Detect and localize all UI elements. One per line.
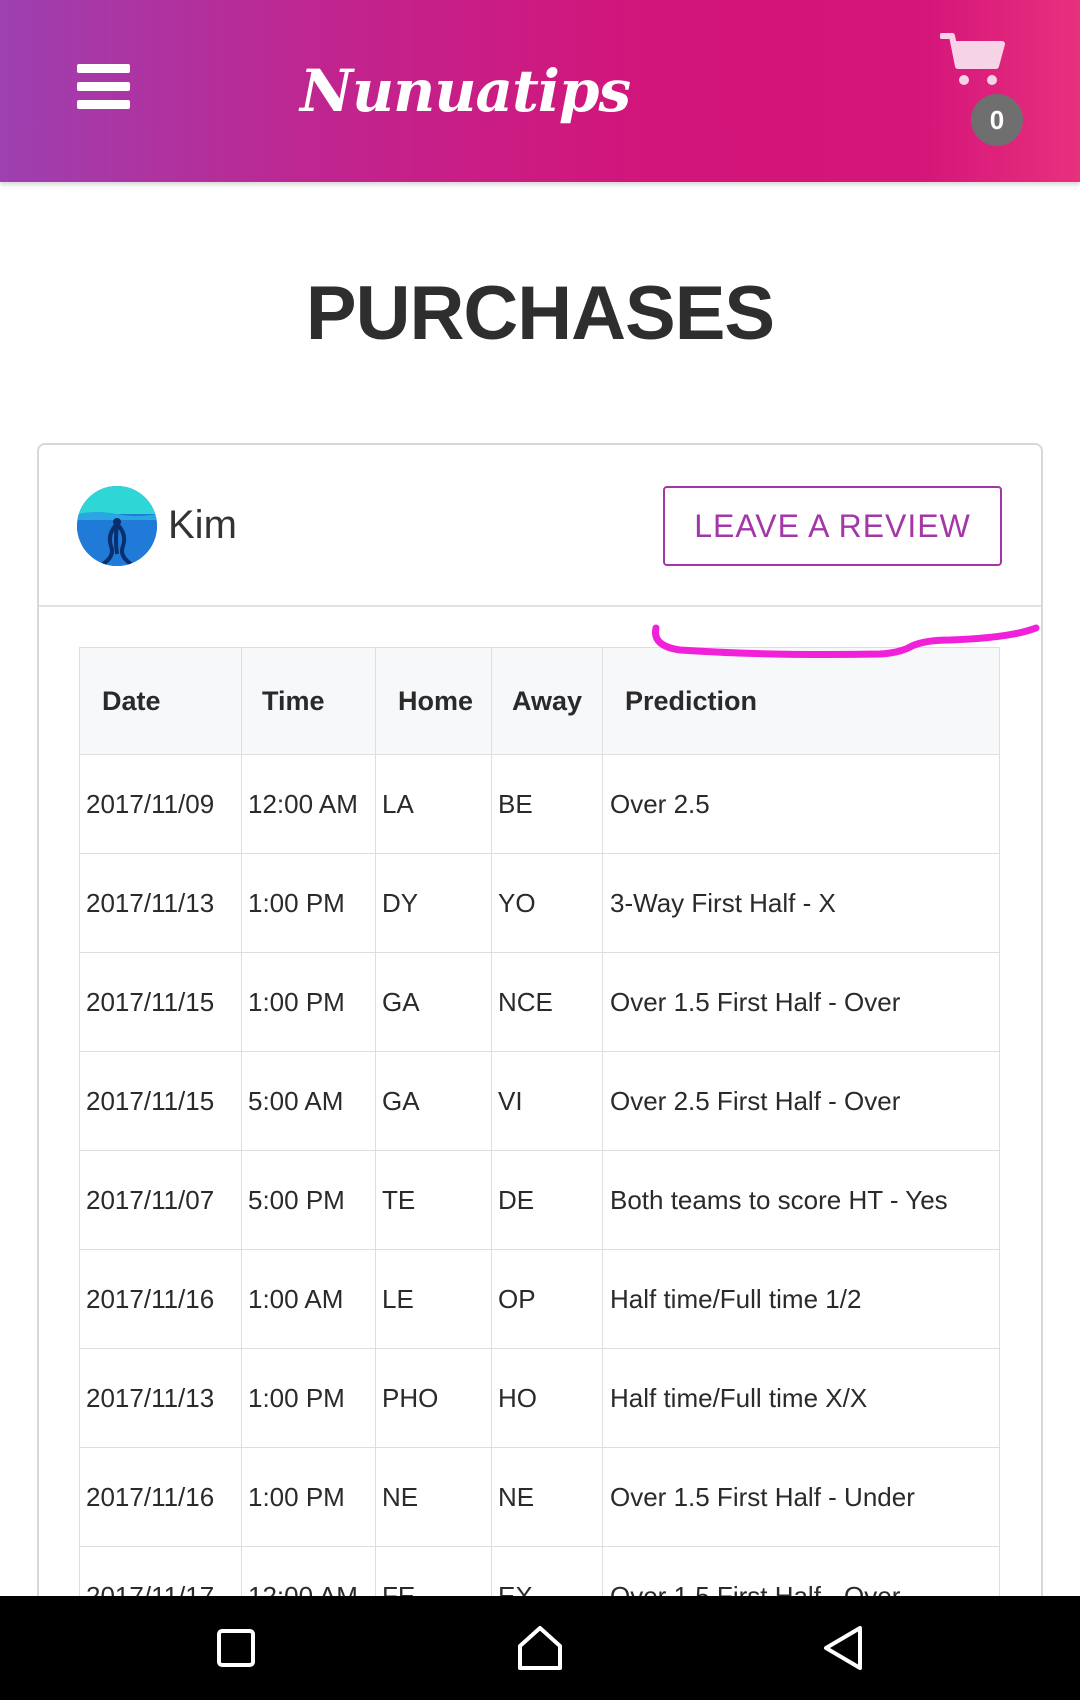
cell-date: 2017/11/09	[79, 754, 242, 854]
cell-away: NE	[491, 1447, 603, 1547]
column-header-date[interactable]: Date	[79, 647, 242, 755]
card-header: Kim LEAVE A REVIEW	[39, 445, 1041, 607]
pink-underline-annotation	[652, 624, 1040, 658]
cell-time: 5:00 AM	[241, 1051, 376, 1151]
cell-home: GA	[375, 1051, 492, 1151]
square-icon[interactable]	[210, 1622, 262, 1674]
cell-date: 2017/11/13	[79, 1348, 242, 1448]
cell-prediction: Over 1.5 First Half - Over	[602, 952, 1000, 1052]
page-title: PURCHASES	[305, 271, 775, 356]
avatar	[77, 486, 157, 566]
brand-logo[interactable]: Nunuatips	[300, 46, 631, 136]
column-header-away[interactable]: Away	[491, 647, 603, 755]
table-row: 2017/11/09 12:00 AM LA BE Over 2.5	[79, 754, 1000, 854]
cell-prediction: Over 1.5 First Half - Under	[602, 1447, 1000, 1547]
cell-away: BE	[491, 754, 603, 854]
app-header: Nunuatips 0	[0, 0, 1080, 182]
cell-date: 2017/11/15	[79, 1051, 242, 1151]
cart-count-badge: 0	[971, 94, 1023, 146]
cell-time: 1:00 PM	[241, 952, 376, 1052]
cell-date: 2017/11/13	[79, 853, 242, 953]
cell-prediction: Over 2.5	[602, 754, 1000, 854]
cell-time: 1:00 PM	[241, 1348, 376, 1448]
cell-time: 12:00 AM	[241, 754, 376, 854]
column-header-time[interactable]: Time	[241, 647, 376, 755]
cell-date: 2017/11/16	[79, 1249, 242, 1349]
menu-icon[interactable]	[77, 64, 130, 110]
table-row: 2017/11/15 1:00 PM GA NCE Over 1.5 First…	[79, 952, 1000, 1052]
cell-away: OP	[491, 1249, 603, 1349]
table-row: 2017/11/16 1:00 AM LE OP Half time/Full …	[79, 1249, 1000, 1349]
purchases-table-container: Date Time Home Away Prediction 2017/11/0…	[79, 647, 1000, 1646]
cell-date: 2017/11/16	[79, 1447, 242, 1547]
cell-away: DE	[491, 1150, 603, 1250]
cell-home: LA	[375, 754, 492, 854]
column-header-home[interactable]: Home	[375, 647, 492, 755]
table-row: 2017/11/15 5:00 AM GA VI Over 2.5 First …	[79, 1051, 1000, 1151]
cell-home: NE	[375, 1447, 492, 1547]
table-row: 2017/11/07 5:00 PM TE DE Both teams to s…	[79, 1150, 1000, 1250]
table-row: 2017/11/16 1:00 PM NE NE Over 1.5 First …	[79, 1447, 1000, 1547]
cell-home: TE	[375, 1150, 492, 1250]
table-row: 2017/11/13 1:00 PM PHO HO Half time/Full…	[79, 1348, 1000, 1448]
cell-time: 5:00 PM	[241, 1150, 376, 1250]
back-triangle-icon[interactable]	[818, 1622, 870, 1674]
system-nav-bar	[0, 1596, 1080, 1700]
cell-home: PHO	[375, 1348, 492, 1448]
cell-away: HO	[491, 1348, 603, 1448]
cell-time: 1:00 PM	[241, 853, 376, 953]
cell-home: DY	[375, 853, 492, 953]
cell-away: YO	[491, 853, 603, 953]
cell-prediction: Half time/Full time 1/2	[602, 1249, 1000, 1349]
cart-icon[interactable]	[940, 32, 1020, 102]
cell-home: LE	[375, 1249, 492, 1349]
cell-home: GA	[375, 952, 492, 1052]
cell-away: NCE	[491, 952, 603, 1052]
home-icon[interactable]	[514, 1622, 566, 1674]
leave-review-button[interactable]: LEAVE A REVIEW	[663, 486, 1002, 566]
cell-prediction: Both teams to score HT - Yes	[602, 1150, 1000, 1250]
cell-time: 1:00 AM	[241, 1249, 376, 1349]
cell-prediction: Half time/Full time X/X	[602, 1348, 1000, 1448]
cell-date: 2017/11/15	[79, 952, 242, 1052]
purchases-table: Date Time Home Away Prediction 2017/11/0…	[79, 647, 1000, 1646]
table-row: 2017/11/13 1:00 PM DY YO 3-Way First Hal…	[79, 853, 1000, 953]
cell-prediction: Over 2.5 First Half - Over	[602, 1051, 1000, 1151]
cell-time: 1:00 PM	[241, 1447, 376, 1547]
cell-prediction: 3-Way First Half - X	[602, 853, 1000, 953]
cell-away: VI	[491, 1051, 603, 1151]
username: Kim	[168, 503, 237, 547]
cell-date: 2017/11/07	[79, 1150, 242, 1250]
